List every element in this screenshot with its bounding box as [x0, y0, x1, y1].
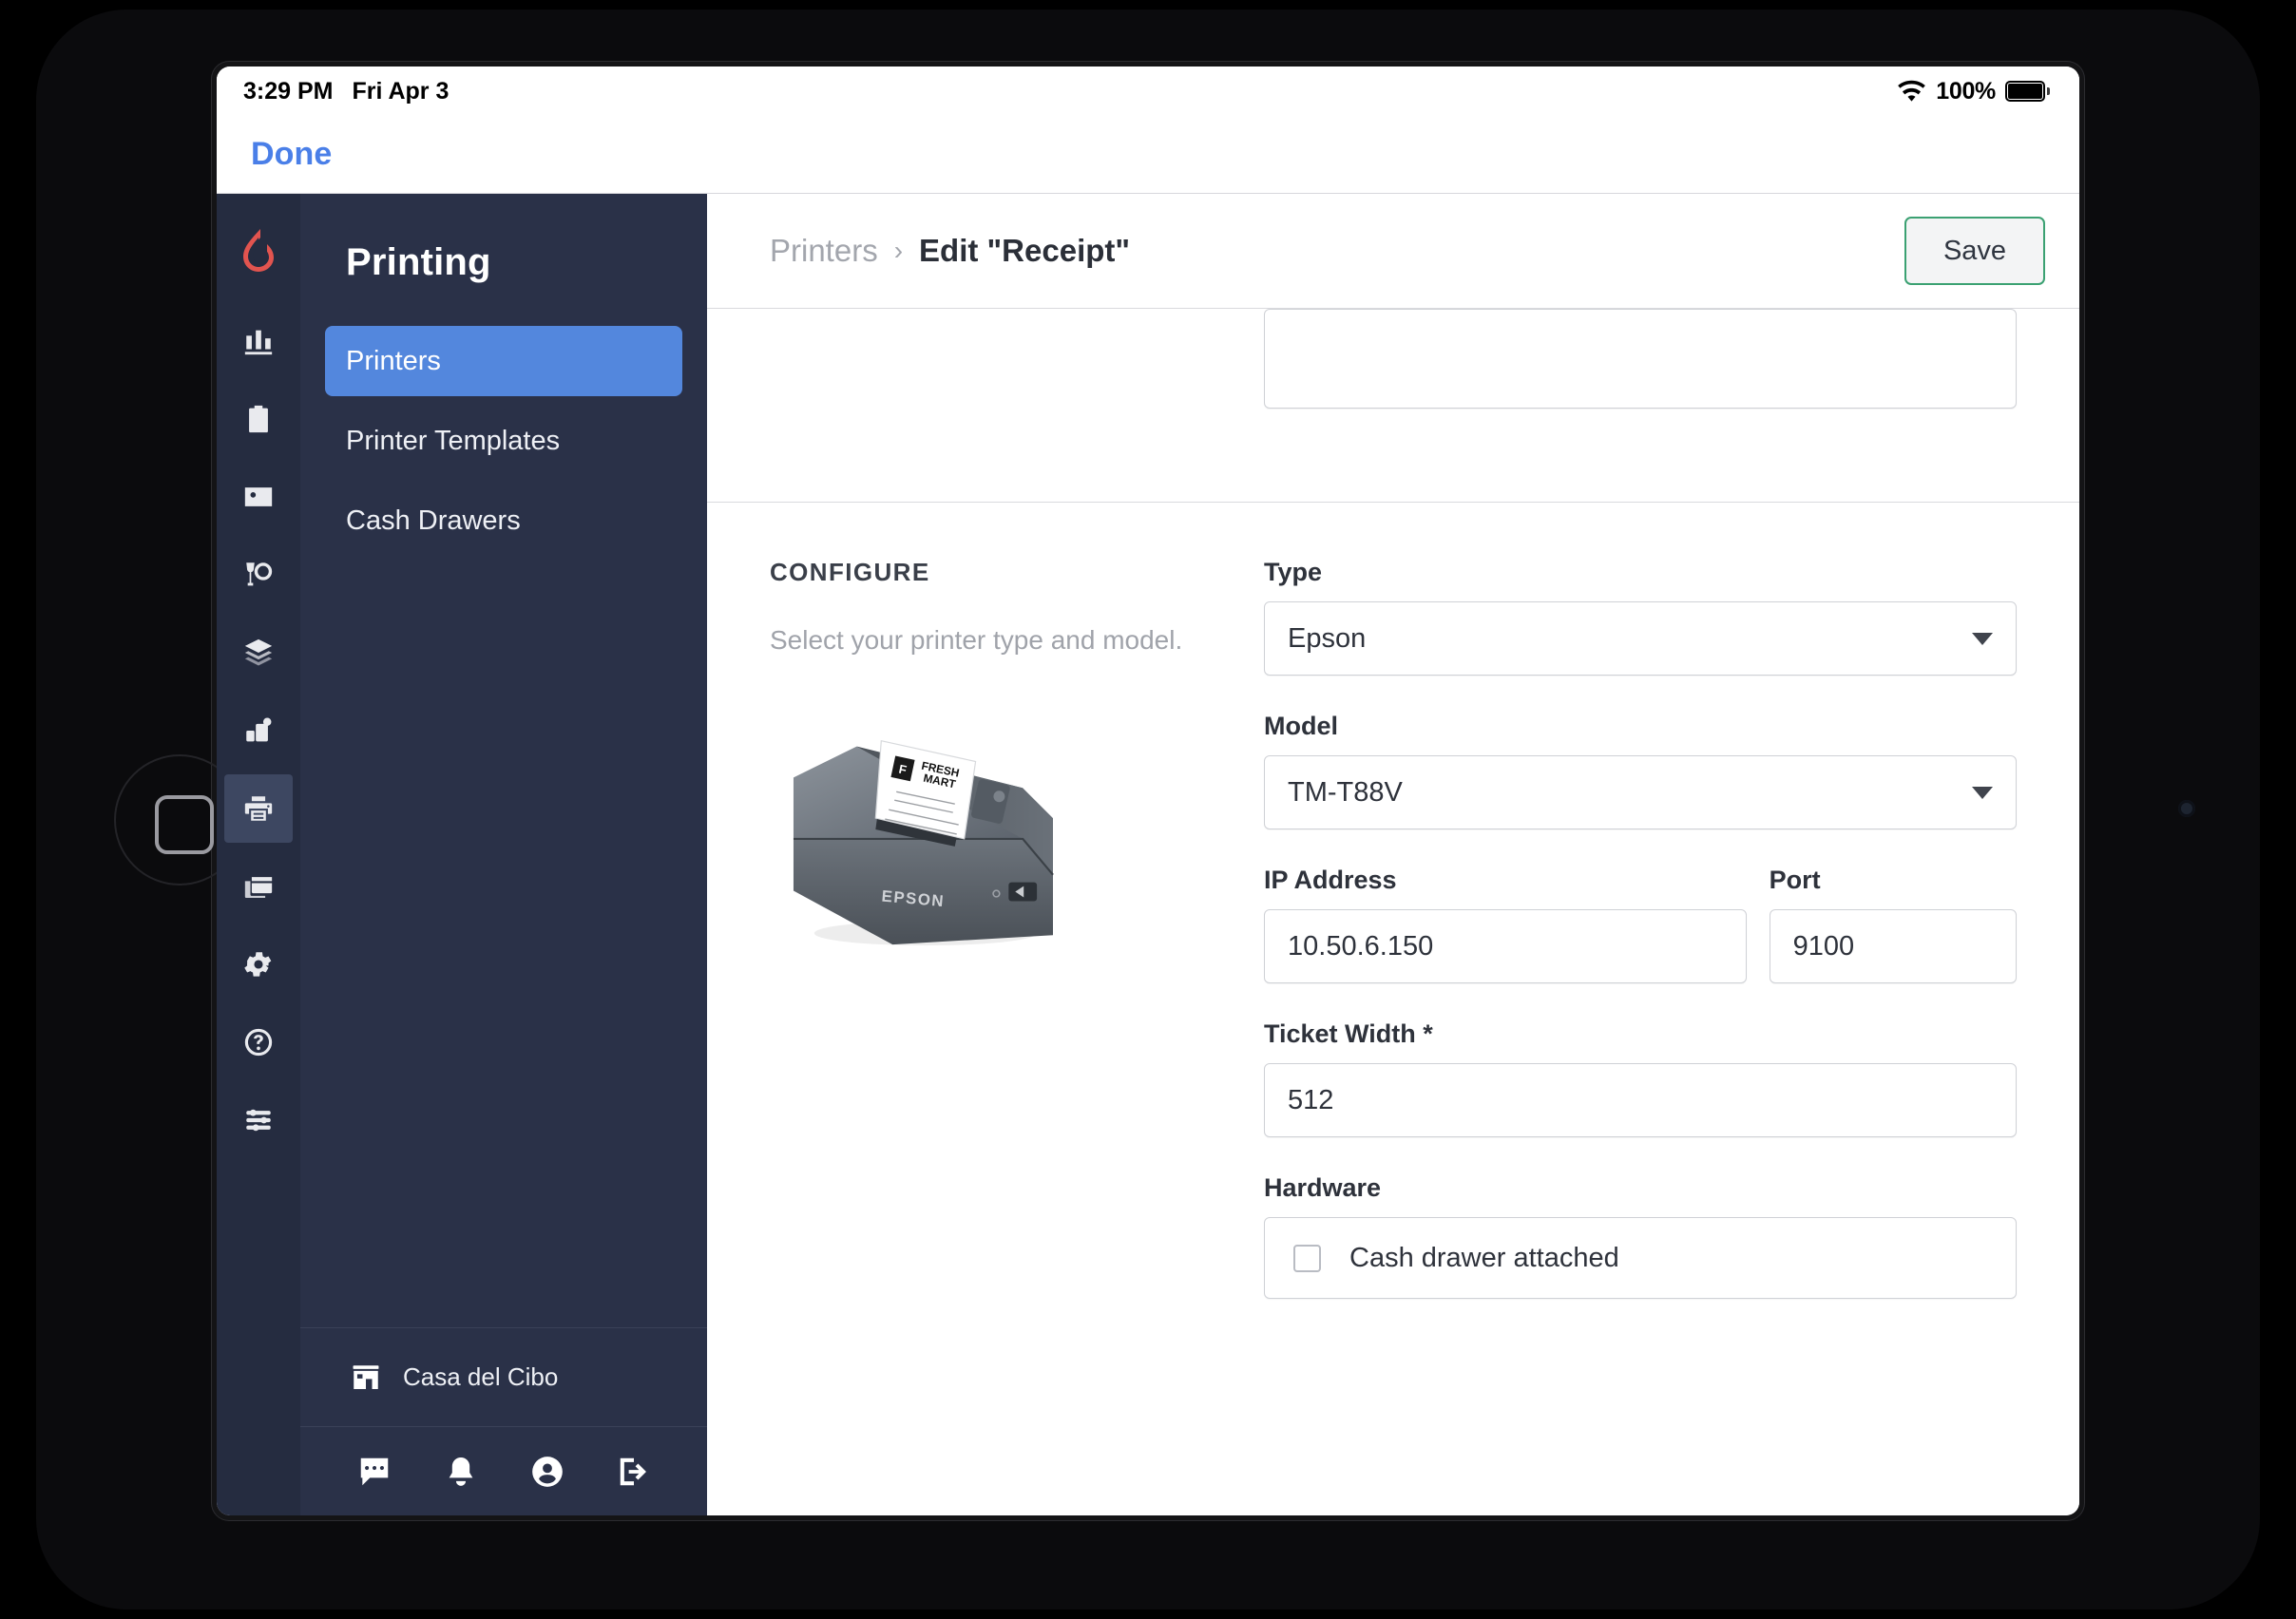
model-select[interactable]: TM-T88V [1264, 755, 2017, 829]
port-value: 9100 [1792, 930, 1855, 962]
clipboard-icon [249, 405, 268, 433]
sliders-list-icon [246, 1109, 271, 1132]
ip-address-input[interactable]: 10.50.6.150 [1264, 909, 1747, 983]
sidebar-item-label: Printers [346, 345, 441, 376]
ip-address-value: 10.50.6.150 [1288, 930, 1434, 962]
sidebar-item-printer-templates[interactable]: Printer Templates [325, 406, 682, 476]
rail-item-bar-chart-icon[interactable] [224, 307, 293, 375]
port-label: Port [1769, 866, 1821, 894]
chevron-down-icon [1972, 632, 1993, 645]
main-content: Printers › Edit "Receipt" Save CONFIGURE… [707, 194, 2079, 1515]
field-ticket-width: Ticket Width * 512 [1264, 1019, 2017, 1137]
dining-glass-plate-icon [246, 562, 273, 586]
ipad-screen: 3:29 PM Fri Apr 3 100% Done Printing Pri… [217, 67, 2079, 1515]
cash-drawer-attached-checkbox[interactable]: Cash drawer attached [1264, 1217, 2017, 1299]
rail-item-contact-card-icon[interactable] [224, 463, 293, 531]
wifi-icon [1897, 80, 1926, 103]
nav-footer-bar [300, 1426, 707, 1515]
battery-full-icon [2005, 81, 2050, 102]
rail-item-gear-icon[interactable] [224, 930, 293, 999]
breadcrumb-parent-link[interactable]: Printers [770, 233, 878, 269]
breadcrumb-separator-icon: › [893, 236, 904, 265]
port-input[interactable]: 9100 [1769, 909, 2017, 983]
secondary-nav-panel: Printing Printers Printer Templates Cash… [300, 194, 707, 1515]
rail-item-devices-icon[interactable] [224, 696, 293, 765]
chevron-down-icon [1972, 786, 1993, 799]
configure-description-column: CONFIGURE Select your printer type and m… [770, 558, 1264, 1335]
hardware-label: Hardware [1264, 1173, 1382, 1202]
type-label: Type [1264, 558, 1323, 586]
save-button[interactable]: Save [1904, 217, 2045, 285]
ticket-width-input[interactable]: 512 [1264, 1063, 2017, 1137]
status-date: Fri Apr 3 [352, 77, 450, 105]
nav-scroll-area: Printing Printers Printer Templates Cash… [300, 194, 707, 1327]
rail-item-dining-glass-plate-icon[interactable] [224, 541, 293, 609]
epson-thermal-printer-photo: F FRESH MART EPSON [770, 697, 1072, 962]
model-label: Model [1264, 712, 1338, 740]
notes-textarea[interactable] [1264, 309, 2017, 409]
logout-icon[interactable] [616, 1454, 652, 1490]
breadcrumb: Printers › Edit "Receipt" [770, 233, 1130, 269]
scrolled-section-above [707, 308, 2079, 503]
status-time: 3:29 PM [243, 77, 334, 105]
chat-message-icon[interactable] [356, 1454, 392, 1490]
ticket-width-label: Ticket Width * [1264, 1019, 1433, 1048]
main-header: Printers › Edit "Receipt" Save [707, 194, 2079, 308]
configure-section: CONFIGURE Select your printer type and m… [707, 503, 2079, 1335]
sidebar-item-label: Cash Drawers [346, 505, 521, 536]
store-selector[interactable]: Casa del Cibo [300, 1327, 707, 1426]
gear-icon [244, 952, 272, 977]
field-hardware: Hardware Cash drawer attached [1264, 1173, 2017, 1299]
layers-icon [244, 638, 273, 666]
content-scroll-area[interactable]: CONFIGURE Select your printer type and m… [707, 308, 2079, 1515]
configure-description: Select your printer type and model. [770, 625, 1183, 655]
battery-percent: 100% [1936, 77, 1996, 105]
breadcrumb-current: Edit "Receipt" [919, 233, 1131, 268]
scrolled-section-right [1264, 309, 2017, 409]
done-button[interactable]: Done [251, 136, 332, 173]
ios-status-bar: 3:29 PM Fri Apr 3 100% [217, 67, 2079, 116]
model-value: TM-T88V [1288, 776, 1403, 808]
printer-icon [244, 796, 273, 821]
sidebar-item-printers[interactable]: Printers [325, 326, 682, 396]
rail-item-help-circle-icon[interactable] [224, 1008, 293, 1076]
store-name: Casa del Cibo [403, 1362, 559, 1391]
front-camera [2178, 800, 2195, 817]
modal-toolbar: Done [217, 116, 2079, 194]
rail-item-layers-icon[interactable] [224, 619, 293, 687]
storefront-icon [353, 1364, 379, 1389]
configure-title: CONFIGURE [770, 558, 930, 586]
devices-icon [246, 717, 272, 742]
help-circle-icon [244, 1028, 273, 1057]
notification-bell-icon[interactable] [443, 1454, 479, 1490]
field-ip-address: IP Address 10.50.6.150 [1264, 866, 1747, 983]
ticket-width-value: 512 [1288, 1084, 1334, 1115]
type-select[interactable]: Epson [1264, 601, 2017, 676]
sidebar-item-label: Printer Templates [346, 425, 561, 456]
rail-item-printer-icon[interactable] [224, 774, 293, 843]
configure-form-column: Type Epson Model TM-T88V IP Address 10.5… [1264, 558, 2017, 1335]
field-network-row: IP Address 10.50.6.150 Port 9100 [1264, 866, 2017, 983]
app-body: Printing Printers Printer Templates Cash… [217, 194, 2079, 1515]
ipad-device-frame: 3:29 PM Fri Apr 3 100% Done Printing Pri… [36, 10, 2260, 1609]
rail-item-sliders-list-icon[interactable] [224, 1086, 293, 1154]
ip-address-label: IP Address [1264, 866, 1397, 894]
field-type: Type Epson [1264, 558, 2017, 676]
icon-rail [217, 194, 300, 1515]
lightspeed-flame-logo [239, 228, 278, 278]
rail-item-payment-cards-icon[interactable] [224, 852, 293, 921]
field-port: Port 9100 [1769, 866, 2017, 983]
sidebar-item-cash-drawers[interactable]: Cash Drawers [325, 486, 682, 556]
rail-item-clipboard-icon[interactable] [224, 385, 293, 453]
payment-cards-icon [244, 877, 273, 899]
bar-chart-icon [244, 330, 273, 355]
nav-section-title: Printing [346, 241, 491, 283]
cash-drawer-attached-label: Cash drawer attached [1349, 1242, 1619, 1273]
checkbox-box-icon[interactable] [1293, 1244, 1321, 1272]
type-value: Epson [1288, 622, 1367, 654]
field-model: Model TM-T88V [1264, 712, 2017, 829]
contact-card-icon [244, 487, 273, 506]
account-person-icon[interactable] [529, 1454, 565, 1490]
